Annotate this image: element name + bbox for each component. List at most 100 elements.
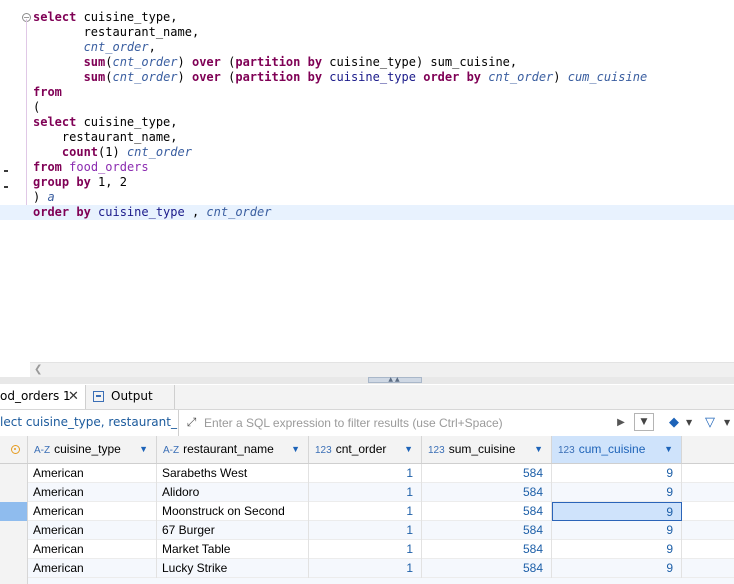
cell-restaurant-name[interactable]: Market Table	[157, 540, 309, 559]
cell-cum-cuisine[interactable]: 9	[552, 521, 682, 540]
cell-cuisine-type[interactable]: American	[28, 540, 157, 559]
sort-icon[interactable]: ▼	[139, 436, 148, 462]
column-header-cum-cuisine[interactable]: 123 cum_cuisine ▼	[552, 436, 682, 463]
splitter-grip-icon[interactable]: ▲▲	[368, 377, 422, 383]
expand-filter-icon[interactable]: ⤢	[184, 415, 199, 430]
row-selector-header[interactable]	[0, 436, 28, 463]
column-header-sum-cuisine[interactable]: 123 sum_cuisine ▼	[422, 436, 552, 463]
fold-range-indicator	[26, 19, 27, 218]
editor-horizontal-scrollbar[interactable]: ❮	[30, 362, 734, 377]
tab-output-label: Output	[111, 389, 153, 403]
table-row[interactable]: American Moonstruck on Second 1 584 9	[0, 502, 734, 521]
table-row[interactable]: American Market Table 1 584 9	[0, 540, 734, 559]
row-selector[interactable]	[0, 502, 28, 521]
column-header-label: cnt_order	[335, 442, 387, 456]
code-line[interactable]: restaurant_name,	[33, 130, 734, 145]
sort-icon[interactable]: ▼	[291, 436, 300, 462]
row-selector[interactable]	[0, 559, 28, 578]
text-type-icon: A-Z	[34, 445, 51, 456]
code-line[interactable]: count(1) cnt_order	[33, 145, 734, 160]
cell-cnt-order[interactable]: 1	[309, 559, 422, 578]
code-line[interactable]: select cuisine_type,	[33, 10, 734, 25]
close-tab-icon[interactable]: ✕	[68, 385, 79, 408]
filter-history-dropdown[interactable]: ▼	[634, 413, 654, 431]
cell-restaurant-name[interactable]: Moonstruck on Second	[157, 502, 309, 521]
cell-cuisine-type[interactable]: American	[28, 559, 157, 578]
cell-cnt-order[interactable]: 1	[309, 464, 422, 483]
code-line[interactable]: sum(cnt_order) over (partition by cuisin…	[33, 55, 734, 70]
code-line[interactable]: from food_orders	[33, 160, 734, 175]
cell-sum-cuisine[interactable]: 584	[422, 521, 552, 540]
sort-icon[interactable]: ▼	[404, 436, 413, 462]
cell-cum-cuisine[interactable]: 9	[552, 540, 682, 559]
code-line[interactable]: (	[33, 100, 734, 115]
chevron-down-icon[interactable]: ▼	[724, 414, 734, 432]
results-grid[interactable]: A-Z cuisine_type ▼ A-Z restaurant_name ▼ 123 cn…	[0, 436, 734, 584]
cell-restaurant-name[interactable]: 67 Burger	[157, 521, 309, 540]
cell-sum-cuisine[interactable]: 584	[422, 464, 552, 483]
code-token: cum_cuisine	[567, 70, 648, 84]
sql-editor[interactable]: − select cuisine_type, restaurant_name, …	[0, 0, 734, 362]
cell-cuisine-type[interactable]: American	[28, 483, 157, 502]
tab-output[interactable]: Output	[91, 385, 175, 409]
apply-filter-icon[interactable]: ▶	[614, 414, 628, 432]
code-area[interactable]: select cuisine_type, restaurant_name, cn…	[0, 10, 734, 220]
column-header-cnt-order[interactable]: 123 cnt_order ▼	[309, 436, 422, 463]
code-line[interactable]: restaurant_name,	[33, 25, 734, 40]
sort-icon[interactable]: ▼	[534, 436, 543, 462]
cell-cum-cuisine[interactable]: 9	[552, 502, 682, 521]
code-token: cuisine_type,	[76, 10, 178, 24]
cell-restaurant-name[interactable]: Alidoro	[157, 483, 309, 502]
code-token: select	[33, 115, 77, 129]
chevron-down-icon[interactable]: ▼	[686, 414, 696, 432]
code-line[interactable]: ) a	[33, 190, 734, 205]
column-header-restaurant-name[interactable]: A-Z restaurant_name ▼	[157, 436, 309, 463]
filter-input[interactable]	[204, 413, 612, 433]
code-line[interactable]: from	[33, 85, 734, 100]
cell-cnt-order[interactable]: 1	[309, 483, 422, 502]
code-line[interactable]: select cuisine_type,	[33, 115, 734, 130]
cell-sum-cuisine[interactable]: 584	[422, 540, 552, 559]
cell-sum-cuisine[interactable]: 584	[422, 483, 552, 502]
table-row[interactable]: American 67 Burger 1 584 9	[0, 521, 734, 540]
cell-sum-cuisine[interactable]: 584	[422, 502, 552, 521]
cell-cum-cuisine[interactable]: 9	[552, 559, 682, 578]
table-row[interactable]: American Sarabeths West 1 584 9	[0, 464, 734, 483]
code-line[interactable]: order by cuisine_type , cnt_order	[0, 205, 734, 220]
cell-sum-cuisine[interactable]: 584	[422, 559, 552, 578]
result-tab-bar: od_orders 1 ✕ Output	[0, 385, 734, 410]
cell-cnt-order[interactable]: 1	[309, 540, 422, 559]
cell-cuisine-type[interactable]: American	[28, 464, 157, 483]
row-selector[interactable]	[0, 521, 28, 540]
query-preview[interactable]: lect cuisine_type, restaurant_nam	[0, 410, 179, 436]
column-header-cuisine-type[interactable]: A-Z cuisine_type ▼	[28, 436, 157, 463]
code-token: from	[33, 160, 62, 174]
tab-results[interactable]: od_orders 1 ✕	[0, 385, 86, 409]
row-selector[interactable]	[0, 483, 28, 502]
cell-cuisine-type[interactable]: American	[28, 521, 157, 540]
row-selector[interactable]	[0, 464, 28, 483]
cell-cum-cuisine[interactable]: 9	[552, 464, 682, 483]
panel-splitter[interactable]: ▲▲	[0, 377, 734, 384]
code-token: partition by	[235, 70, 323, 84]
code-line[interactable]: cnt_order,	[33, 40, 734, 55]
row-selector[interactable]	[0, 540, 28, 559]
code-token: partition by	[235, 55, 323, 69]
table-row[interactable]: American Alidoro 1 584 9	[0, 483, 734, 502]
cell-restaurant-name[interactable]: Lucky Strike	[157, 559, 309, 578]
sort-icon[interactable]: ▼	[664, 436, 673, 462]
table-row[interactable]	[0, 578, 734, 584]
row-selector[interactable]	[0, 578, 28, 584]
code-line[interactable]: group by 1, 2	[33, 175, 734, 190]
code-line[interactable]: sum(cnt_order) over (partition by cuisin…	[33, 70, 734, 85]
cell-cnt-order[interactable]: 1	[309, 521, 422, 540]
eraser-icon[interactable]: ◆	[665, 414, 683, 432]
cell-cum-cuisine[interactable]: 9	[552, 483, 682, 502]
table-row[interactable]: American Lucky Strike 1 584 9	[0, 559, 734, 578]
scroll-left-icon[interactable]: ❮	[34, 364, 42, 375]
cell-cnt-order[interactable]: 1	[309, 502, 422, 521]
cell-cuisine-type[interactable]: American	[28, 502, 157, 521]
code-token: restaurant_name,	[33, 25, 200, 39]
cell-restaurant-name[interactable]: Sarabeths West	[157, 464, 309, 483]
funnel-icon[interactable]: ▽	[702, 414, 718, 432]
